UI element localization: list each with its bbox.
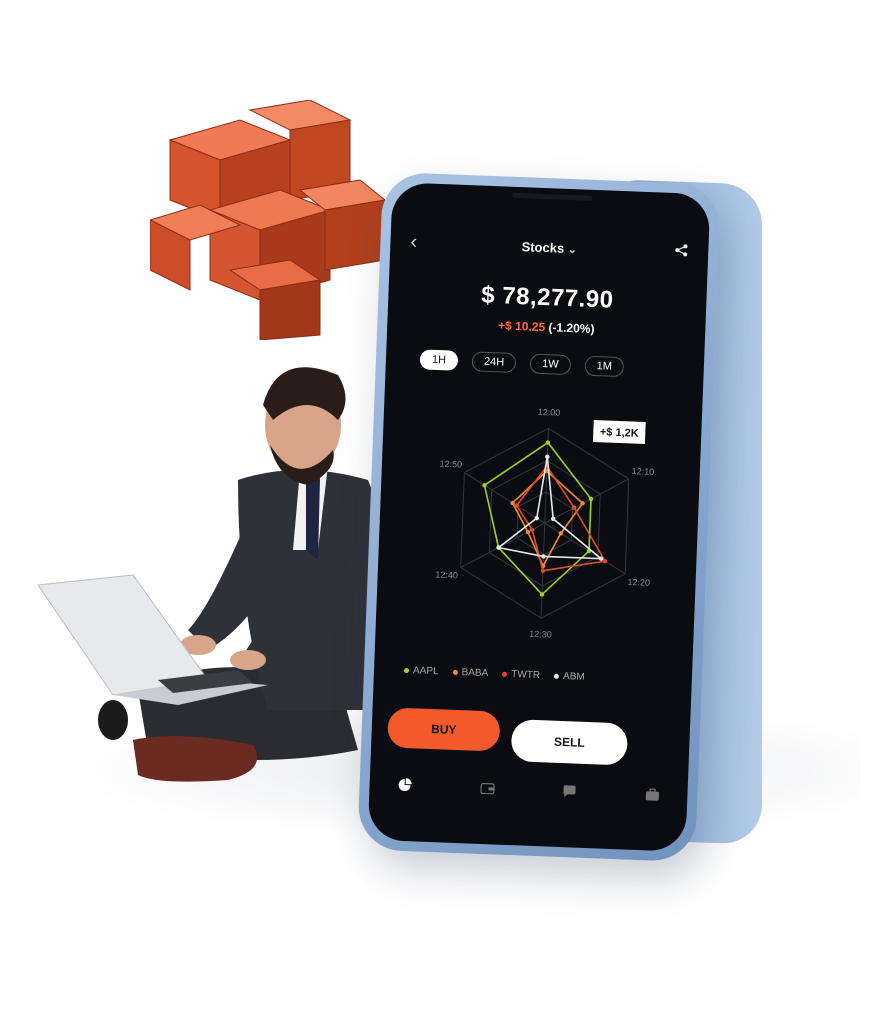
legend-marker xyxy=(553,673,560,679)
legend-label: ABM xyxy=(562,671,585,683)
phone-screen: ‹ Stocks ⌄ $ 78,277.90 +$ 10.25 (-1.20%)… xyxy=(367,182,711,852)
bottom-navigation xyxy=(389,772,668,807)
legend-label: BABA xyxy=(461,667,489,680)
tab-1m[interactable]: 1M xyxy=(584,355,625,378)
phone-notch xyxy=(512,192,593,201)
radar-axis-label: 12:40 xyxy=(435,570,458,581)
radar-axis-label: 12:20 xyxy=(627,577,650,588)
chevron-down-icon: ⌄ xyxy=(567,243,578,257)
tab-24h[interactable]: 24H xyxy=(471,351,517,374)
nav-chat[interactable] xyxy=(554,779,585,804)
chart-legend: AAPL BABA TWTR ABM xyxy=(403,665,585,683)
legend-marker xyxy=(452,669,458,675)
chat-icon xyxy=(563,784,576,797)
radar-axis-label: 12:30 xyxy=(529,629,552,640)
radar-axis-label: 12:00 xyxy=(538,407,561,418)
legend-item-baba: BABA xyxy=(452,667,488,679)
timeframe-tabs: 1H 24H 1W 1M xyxy=(419,349,625,378)
radar-spoke xyxy=(460,522,545,568)
puzzle-cube-decoration xyxy=(150,100,387,340)
legend-item-abm: ABM xyxy=(553,671,585,683)
chart-tooltip-text: +$ 1,2K xyxy=(600,426,639,439)
nav-wallet[interactable] xyxy=(472,776,503,801)
page-title[interactable]: Stocks ⌄ xyxy=(390,234,708,261)
radar-axis-label: 12:50 xyxy=(439,459,462,470)
sell-button[interactable]: SELL xyxy=(510,719,629,766)
pie-chart-icon xyxy=(398,778,412,791)
nav-portfolio[interactable] xyxy=(389,772,420,797)
page-title-text: Stocks xyxy=(521,239,565,256)
change-amount: +$ 10.25 xyxy=(497,318,546,335)
phone-device: ‹ Stocks ⌄ $ 78,277.90 +$ 10.25 (-1.20%)… xyxy=(357,171,721,863)
legend-marker xyxy=(403,667,410,674)
radar-chart: 12:00 12:10 12:20 12:30 12:40 12:50 +$ 1,2K xyxy=(435,407,655,640)
legend-item-twtr: TWTR xyxy=(502,669,540,681)
radar-point-twtr xyxy=(540,568,546,573)
radar-point-abm xyxy=(541,554,546,559)
portfolio-balance: $ 78,277.90 xyxy=(480,281,615,314)
portfolio-change: +$ 10.25 (-1.20%) xyxy=(387,314,705,340)
wallet-icon xyxy=(479,782,495,795)
buy-button[interactable]: BUY xyxy=(387,707,501,752)
radar-point-abm xyxy=(545,454,550,459)
tab-1w[interactable]: 1W xyxy=(529,353,571,376)
top-bar: ‹ Stocks ⌄ xyxy=(390,230,709,272)
tab-1h[interactable]: 1H xyxy=(419,349,459,371)
legend-item-aapl: AAPL xyxy=(403,665,439,678)
share-icon[interactable] xyxy=(674,243,689,258)
nav-briefcase[interactable] xyxy=(637,782,668,807)
chart-tooltip: +$ 1,2K xyxy=(592,420,646,445)
legend-marker xyxy=(502,671,508,677)
change-percent: (-1.20%) xyxy=(548,320,595,336)
legend-label: AAPL xyxy=(412,665,439,678)
radar-axis-label: 12:10 xyxy=(632,466,655,477)
briefcase-icon xyxy=(645,787,659,801)
legend-label: TWTR xyxy=(510,669,541,682)
businessman-with-laptop-illustration xyxy=(38,367,391,782)
